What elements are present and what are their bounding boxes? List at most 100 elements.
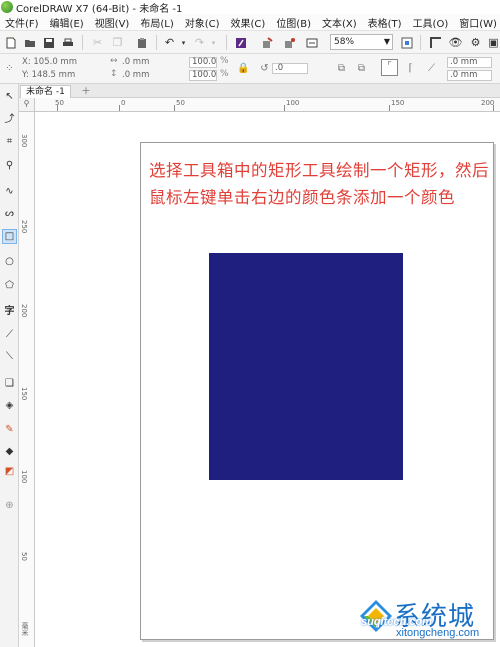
scale-y-field[interactable]: 100.0 bbox=[189, 70, 217, 81]
export-icon[interactable] bbox=[282, 35, 297, 50]
menu-text[interactable]: 文本(X) bbox=[317, 15, 362, 30]
menu-object[interactable]: 对象(C) bbox=[180, 15, 225, 30]
rotation-angle-field[interactable]: .0 bbox=[272, 63, 308, 74]
document-tab-strip: 未命名 -1 + bbox=[0, 84, 500, 98]
watermark-url: xitongcheng.com bbox=[396, 627, 480, 639]
paste-icon[interactable] bbox=[134, 35, 149, 50]
scalloped-corner-icon[interactable]: ⌈ bbox=[404, 62, 417, 75]
save-icon[interactable] bbox=[41, 35, 56, 50]
redo-icon[interactable]: ↷ bbox=[192, 35, 207, 50]
undo-dropdown-icon[interactable]: ▾ bbox=[176, 35, 191, 50]
transparency-tool-icon[interactable]: ◈ bbox=[2, 398, 17, 413]
import-icon[interactable] bbox=[260, 35, 275, 50]
menu-tools[interactable]: 工具(O) bbox=[408, 15, 454, 30]
menu-effects[interactable]: 效果(C) bbox=[226, 15, 271, 30]
toolbar-separator bbox=[82, 35, 83, 50]
print-icon[interactable] bbox=[60, 35, 75, 50]
instruction-annotation: 选择工具箱中的矩形工具绘制一个矩形，然后鼠标左键单击右边的颜色条添加一个颜色 bbox=[149, 161, 489, 207]
ruler-label: 100 bbox=[20, 470, 28, 484]
drawing-canvas[interactable]: 选择工具箱中的矩形工具绘制一个矩形，然后鼠标左键单击右边的颜色条添加一个颜色 bbox=[35, 112, 500, 647]
snap-to-icon[interactable] bbox=[428, 35, 443, 50]
mirror-vertical-icon[interactable]: ⧉ bbox=[355, 62, 368, 75]
toolbar-separator bbox=[226, 35, 227, 50]
new-document-icon[interactable] bbox=[3, 35, 18, 50]
ruler-label: 150 bbox=[20, 387, 28, 401]
crop-tool-icon[interactable]: ⌗ bbox=[2, 134, 17, 149]
menu-table[interactable]: 表格(T) bbox=[363, 15, 407, 30]
ruler-label: 50 bbox=[20, 552, 28, 561]
artistic-media-tool-icon[interactable]: ᔕ bbox=[2, 206, 17, 221]
scale-x-field[interactable]: 100.0 bbox=[189, 57, 217, 68]
zoom-level-select[interactable]: 58% ▼ bbox=[330, 34, 393, 50]
rectangle-tool-icon[interactable]: □ bbox=[2, 229, 17, 244]
color-eyedropper-tool-icon[interactable]: ✎ bbox=[2, 422, 17, 437]
parallel-dimension-tool-icon[interactable]: ⟋ bbox=[2, 327, 17, 342]
ellipse-tool-icon[interactable]: ○ bbox=[2, 254, 17, 269]
tab-untitled-1[interactable]: 未命名 -1 bbox=[20, 85, 71, 98]
menu-window[interactable]: 窗口(W) bbox=[454, 15, 500, 30]
mirror-horizontal-icon[interactable]: ⧉ bbox=[335, 62, 348, 75]
full-screen-preview-icon[interactable] bbox=[399, 35, 414, 50]
menu-bitmaps[interactable]: 位图(B) bbox=[271, 15, 316, 30]
menu-file[interactable]: 文件(F) bbox=[0, 15, 44, 30]
width-field[interactable]: .0 mm bbox=[122, 57, 149, 68]
chevron-down-icon: ▼ bbox=[383, 37, 390, 46]
interactive-fill-tool-icon[interactable]: ◆ bbox=[2, 444, 17, 459]
toolbox: ↖ ⤴ ⌗ ⚲ ∿ ᔕ □ ○ ⬠ 字 ⟋ ⟍ ❑ ◈ ✎ ◆ ◩ ⊕ bbox=[0, 84, 19, 647]
height-field[interactable]: .0 mm bbox=[122, 70, 149, 81]
zoom-level-value: 58% bbox=[334, 37, 355, 47]
lock-ratio-icon[interactable]: 🔒 bbox=[237, 62, 250, 75]
application-launcher-icon[interactable]: ▣ bbox=[486, 35, 500, 50]
toolbar-separator bbox=[156, 35, 157, 50]
ruler-label: 150 bbox=[391, 99, 405, 107]
round-corner-icon[interactable]: ⌜ bbox=[381, 59, 398, 76]
horizontal-ruler: 50 0 50 100 150 200 bbox=[19, 98, 500, 112]
publish-pdf-icon[interactable] bbox=[304, 35, 319, 50]
chamfered-corner-icon[interactable]: ⟋ bbox=[425, 62, 438, 75]
polygon-tool-icon[interactable]: ⬠ bbox=[2, 278, 17, 293]
ruler-label: 250 bbox=[20, 220, 28, 234]
drop-shadow-tool-icon[interactable]: ❑ bbox=[2, 376, 17, 391]
open-folder-icon[interactable] bbox=[22, 35, 37, 50]
redo-dropdown-icon[interactable]: ▾ bbox=[206, 35, 221, 50]
ruler-tick bbox=[284, 105, 285, 111]
drawn-rectangle[interactable] bbox=[209, 253, 403, 480]
search-content-icon[interactable] bbox=[233, 35, 248, 50]
add-tab-icon[interactable]: + bbox=[80, 85, 92, 97]
text-tool-icon[interactable]: 字 bbox=[2, 302, 17, 317]
width-icon: ↔ bbox=[110, 56, 118, 66]
menu-edit[interactable]: 编辑(E) bbox=[45, 15, 89, 30]
x-position-field[interactable]: X: 105.0 mm bbox=[22, 57, 77, 68]
show-rulers-icon[interactable]: 👁 bbox=[448, 35, 463, 50]
ruler-label: 100 bbox=[286, 99, 300, 107]
window-title: CorelDRAW X7 (64-Bit) - 未命名 -1 bbox=[16, 3, 183, 15]
ruler-label: 300 bbox=[20, 134, 28, 148]
menu-view[interactable]: 视图(V) bbox=[90, 15, 135, 30]
ruler-origin-corner[interactable]: ⚲ bbox=[19, 98, 35, 112]
corner-radius-top-field[interactable]: .0 mm bbox=[447, 57, 492, 68]
ruler-label: 0 bbox=[121, 99, 126, 107]
coreldraw-window: CorelDRAW X7 (64-Bit) - 未命名 -1 文件(F) 编辑(… bbox=[0, 0, 500, 647]
page-size-preset-icon[interactable]: ⁘ bbox=[3, 62, 16, 75]
y-position-field[interactable]: Y: 148.5 mm bbox=[22, 70, 75, 81]
toolbar-separator bbox=[420, 35, 421, 50]
freehand-tool-icon[interactable]: ∿ bbox=[2, 184, 17, 199]
menu-layout[interactable]: 布局(L) bbox=[135, 15, 178, 30]
smart-fill-tool-icon[interactable]: ◩ bbox=[2, 464, 17, 479]
shape-tool-icon[interactable]: ⤴ bbox=[2, 110, 17, 125]
undo-icon[interactable]: ↶ bbox=[162, 35, 177, 50]
add-tool-icon[interactable]: ⊕ bbox=[2, 498, 17, 513]
ruler-tick bbox=[119, 105, 120, 111]
ruler-label: 200 bbox=[481, 99, 495, 107]
options-gear-icon[interactable]: ⚙ bbox=[468, 35, 483, 50]
document-page[interactable]: 选择工具箱中的矩形工具绘制一个矩形，然后鼠标左键单击右边的颜色条添加一个颜色 bbox=[140, 142, 494, 640]
coreldraw-logo-icon bbox=[1, 1, 13, 13]
cut-icon[interactable]: ✂ bbox=[90, 35, 105, 50]
zoom-tool-icon[interactable]: ⚲ bbox=[2, 158, 17, 173]
pick-tool-icon[interactable]: ↖ bbox=[2, 89, 17, 104]
corner-radius-bottom-field[interactable]: .0 mm bbox=[447, 70, 492, 81]
ruler-unit-label: 毫米 bbox=[21, 622, 29, 636]
height-icon: ↕ bbox=[110, 69, 118, 79]
copy-icon[interactable]: ❐ bbox=[110, 35, 125, 50]
connector-tool-icon[interactable]: ⟍ bbox=[2, 349, 17, 364]
